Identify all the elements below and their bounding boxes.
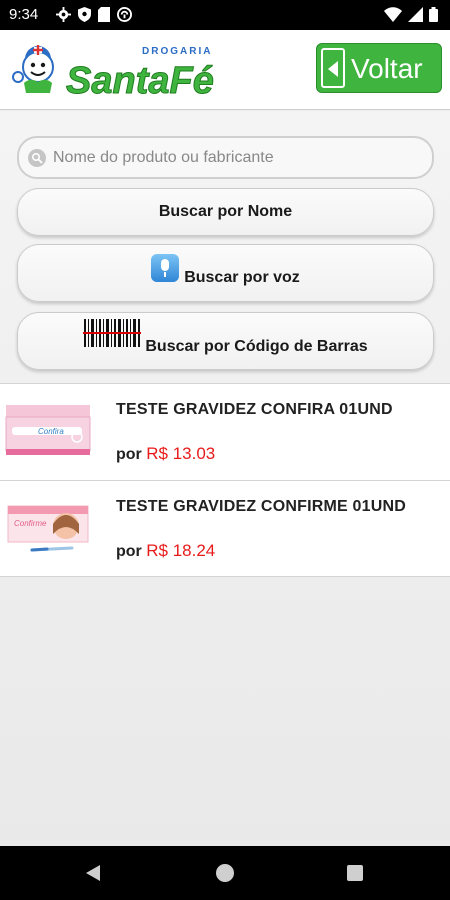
product-item[interactable]: Confira TESTE GRAVIDEZ CONFIRA 01UND por… (0, 383, 450, 480)
app-header: DROGARIA SantaFé Voltar (0, 30, 450, 110)
main-content: Buscar por Nome Buscar por voz (0, 111, 450, 846)
status-bar: 9:34 (0, 0, 450, 30)
back-arrow-icon (321, 48, 345, 88)
back-button-label: Voltar (351, 53, 423, 84)
product-price-line: por R$ 18.24 (116, 541, 215, 561)
product-price-line: por R$ 13.03 (116, 444, 215, 464)
logo-main-text: SantaFé (66, 60, 214, 102)
product-price: R$ 18.24 (146, 541, 216, 560)
product-name: TESTE GRAVIDEZ CONFIRME 01UND (116, 498, 406, 515)
brand-logo: DROGARIA SantaFé (12, 37, 232, 103)
settings-icon (56, 7, 71, 22)
barcode-icon (83, 319, 142, 347)
system-navigation-bar (0, 846, 450, 900)
product-image: Confira (2, 387, 94, 477)
product-image: Confirme (2, 484, 94, 574)
search-box (17, 136, 434, 179)
search-by-barcode-label: Buscar por Código de Barras (145, 338, 368, 355)
search-by-name-label: Buscar por Nome (158, 203, 293, 220)
nav-back-icon[interactable] (86, 865, 100, 881)
back-button[interactable]: Voltar (316, 43, 442, 93)
logo-small-text: DROGARIA (142, 46, 212, 57)
status-time: 9:34 (9, 6, 39, 23)
battery-icon (429, 7, 438, 22)
search-icon (28, 149, 46, 167)
search-input[interactable] (53, 144, 423, 172)
product-item[interactable]: Confirme TESTE GRAVIDEZ CONFIRME 01UND p… (0, 480, 450, 577)
search-by-barcode-button[interactable]: Buscar por Código de Barras (17, 312, 434, 370)
wifi-icon (384, 7, 402, 22)
search-by-voice-button[interactable]: Buscar por voz (17, 244, 434, 302)
search-by-name-button[interactable]: Buscar por Nome (17, 188, 434, 236)
sync-icon (117, 7, 132, 22)
nav-home-icon[interactable] (216, 864, 234, 882)
nav-recent-apps-icon[interactable] (347, 865, 363, 881)
sd-card-icon (98, 7, 110, 22)
price-prefix: por (116, 543, 142, 560)
product-list: Confira TESTE GRAVIDEZ CONFIRA 01UND por… (0, 383, 450, 577)
search-by-voice-label: Buscar por voz (184, 269, 300, 286)
product-image-text: Confirme (14, 519, 47, 528)
shield-icon (78, 7, 91, 22)
signal-icon (408, 7, 423, 22)
product-name: TESTE GRAVIDEZ CONFIRA 01UND (116, 401, 393, 418)
microphone-icon (151, 254, 180, 282)
product-price: R$ 13.03 (146, 444, 216, 463)
price-prefix: por (116, 446, 142, 463)
product-image-text: Confira (38, 427, 64, 436)
